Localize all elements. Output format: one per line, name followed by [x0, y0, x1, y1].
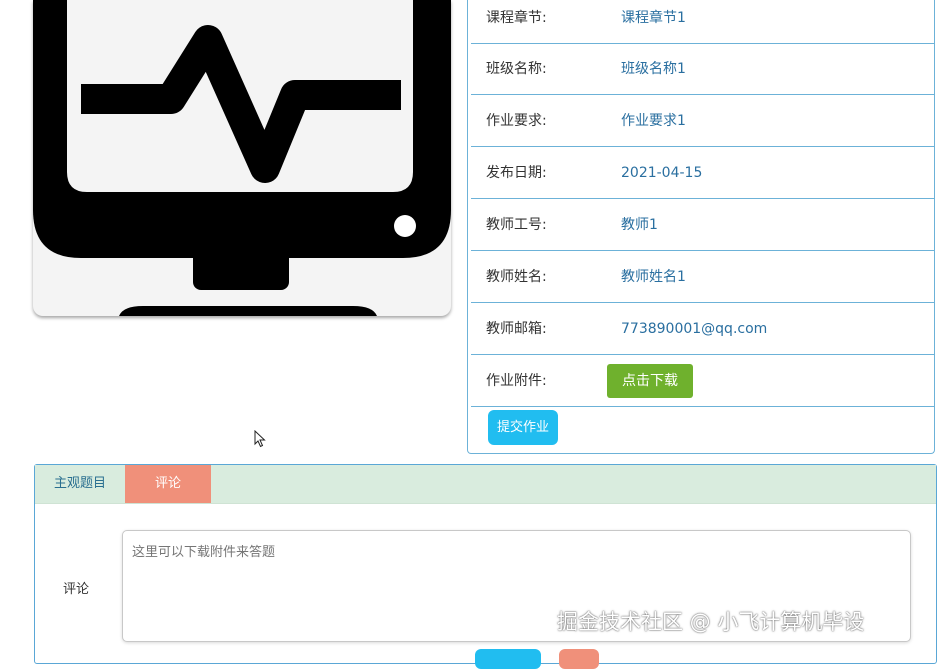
detail-value: 2021-04-15	[621, 165, 703, 181]
detail-row-requirement: 作业要求: 作业要求1	[471, 96, 934, 147]
detail-label: 作业要求:	[486, 113, 547, 129]
mouse-cursor-icon	[254, 430, 266, 448]
detail-label: 教师姓名:	[486, 269, 547, 285]
submit-homework-button[interactable]: 提交作业	[488, 410, 558, 445]
detail-label: 教师邮箱:	[486, 321, 547, 337]
detail-label: 发布日期:	[486, 165, 547, 181]
detail-row-teacher-id: 教师工号: 教师1	[471, 200, 934, 251]
detail-value: 773890001@qq.com	[621, 321, 768, 337]
detail-value: 作业要求1	[621, 113, 686, 129]
detail-row-class: 班级名称: 班级名称1	[471, 44, 934, 95]
detail-row-attachment: 作业附件: 点击下载	[471, 356, 934, 407]
homework-detail-table: 课程章节: 课程章节1 班级名称: 班级名称1 作业要求: 作业要求1 发布日期…	[467, 0, 935, 454]
download-attachment-button[interactable]: 点击下载	[607, 364, 693, 398]
detail-value: 课程章节1	[621, 10, 686, 26]
comment-reset-button[interactable]	[559, 649, 599, 669]
detail-label: 课程章节:	[486, 10, 547, 26]
detail-label: 班级名称:	[486, 61, 547, 77]
detail-value: 教师姓名1	[621, 269, 686, 285]
detail-row-teacher-name: 教师姓名: 教师姓名1	[471, 252, 934, 303]
detail-row-publish-date: 发布日期: 2021-04-15	[471, 148, 934, 199]
homework-image	[33, 0, 451, 316]
comment-label: 评论	[63, 582, 90, 597]
tab-bar: 主观题目 评论	[35, 465, 936, 504]
monitor-heartbeat-icon	[33, 0, 451, 316]
watermark: 掘金技术社区 @ 小飞计算机毕设	[557, 610, 865, 634]
detail-row-chapter: 课程章节: 课程章节1	[471, 0, 934, 44]
detail-value: 教师1	[621, 217, 658, 233]
tab-subjective-question[interactable]: 主观题目	[35, 465, 125, 503]
tab-comment[interactable]: 评论	[125, 465, 211, 503]
detail-row-teacher-email: 教师邮箱: 773890001@qq.com	[471, 304, 934, 355]
detail-value: 班级名称1	[621, 61, 686, 77]
detail-label: 作业附件:	[486, 373, 547, 389]
detail-label: 教师工号:	[486, 217, 547, 233]
comment-submit-button[interactable]	[475, 649, 541, 669]
